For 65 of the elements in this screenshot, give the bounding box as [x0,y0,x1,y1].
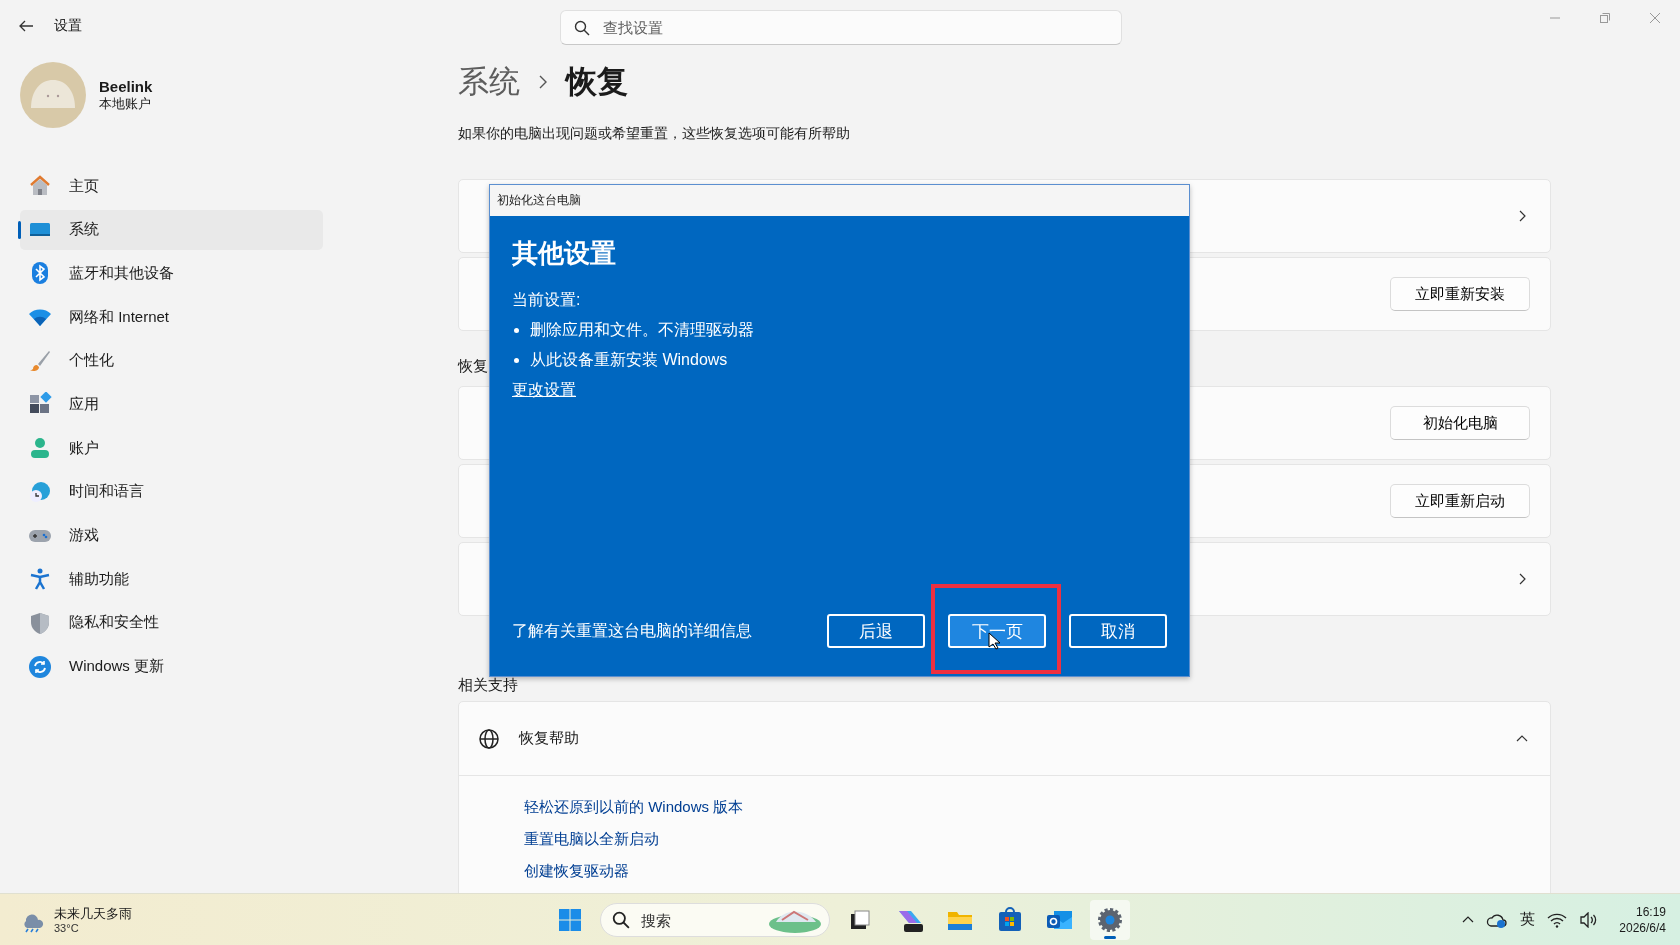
sidebar-item[interactable]: 辅助功能 [20,559,323,600]
shield-icon [28,610,52,635]
current-settings-label: 当前设置: [512,290,582,310]
search-icon [574,20,590,36]
weather-temperature: 33°C [54,921,80,934]
sidebar-item[interactable]: 系统 [20,209,323,250]
sidebar-item[interactable]: 蓝牙和其他设备 [20,253,323,294]
windows-logo-icon [558,908,582,932]
task-view-icon [848,908,872,932]
bullet-dot [514,327,519,333]
weather-text[interactable]: 未来几天多雨 [54,905,132,922]
section-label: 恢复 [458,357,488,376]
info-link[interactable]: 了解有关重置这台电脑的详细信息 [512,620,804,642]
sidebar-item[interactable]: 应用 [20,384,323,425]
sidebar-item[interactable]: Windows 更新 [20,646,323,687]
home-icon [28,174,52,198]
window-title: 设置 [54,17,82,35]
sidebar-item[interactable]: 时间和语言 [20,471,323,512]
help-link[interactable]: 轻松还原到以前的 Windows 版本 [524,796,744,818]
action-button[interactable]: 立即重新安装 [1390,277,1530,311]
sidebar-item[interactable]: 账户 [20,428,323,469]
bullet-item: 删除应用和文件。不清理驱动器 [530,320,754,340]
bullet-dot [514,357,519,363]
sidebar-item[interactable]: 隐私和安全性 [20,602,323,643]
sidebar-item[interactable]: 主页 [20,166,323,206]
dialog-button[interactable]: 取消 [1069,614,1167,648]
sidebar-item[interactable]: 网络和 Internet [20,297,323,338]
section-label: 相关支持 [458,676,518,695]
back-arrow-icon [18,18,34,34]
dialog-button[interactable]: 下一页 [948,614,1046,648]
action-button[interactable]: 初始化电脑 [1390,406,1530,440]
store-icon [997,907,1023,933]
action-button[interactable]: 立即重新启动 [1390,484,1530,518]
clock-time[interactable]: 16:19 [1635,903,1666,920]
input-method-indicator[interactable]: 英 [1520,910,1536,929]
bullet-item: 从此设备重新安装 Windows [530,350,728,370]
sidebar-item[interactable]: 个性化 [20,340,323,381]
search-field[interactable]: 查找设置 [560,10,1122,45]
globe-clock-icon [28,479,52,504]
breadcrumb-parent[interactable]: 系统 [458,61,520,103]
wifi-icon [1547,911,1568,928]
settings-icon [1097,907,1123,933]
dialog-title: 初始化这台电脑 [490,185,1189,216]
dialog-button[interactable]: 后退 [827,614,925,648]
help-link[interactable]: 创建恢复驱动器 [524,860,629,882]
search-icon [612,911,630,929]
restore-icon [1600,13,1610,23]
account-type: 本地账户 [99,94,152,113]
cursor-icon [988,632,1000,650]
page-title: 恢复 [566,63,628,101]
close-icon [1650,13,1660,23]
help-title[interactable]: 恢复帮助 [519,729,1498,748]
sync-icon [28,654,52,679]
help-link[interactable]: 重置电脑以全新启动 [524,828,659,850]
brush-icon [28,348,52,373]
clock-date[interactable]: 2026/6/4 [1619,919,1666,936]
account-name: Beelink [99,77,153,95]
chevron-right-icon [538,75,548,89]
globe-search-icon [477,726,501,751]
accessibility-icon [28,567,52,592]
change-settings-link[interactable]: 更改设置 [512,375,576,405]
person-icon [28,436,52,461]
sidebar-item[interactable]: 游戏 [20,515,323,556]
dialog-heading: 其他设置 [512,237,617,270]
page-description: 如果你的电脑出现问题或希望重置，这些恢复选项可能有所帮助 [458,125,851,143]
